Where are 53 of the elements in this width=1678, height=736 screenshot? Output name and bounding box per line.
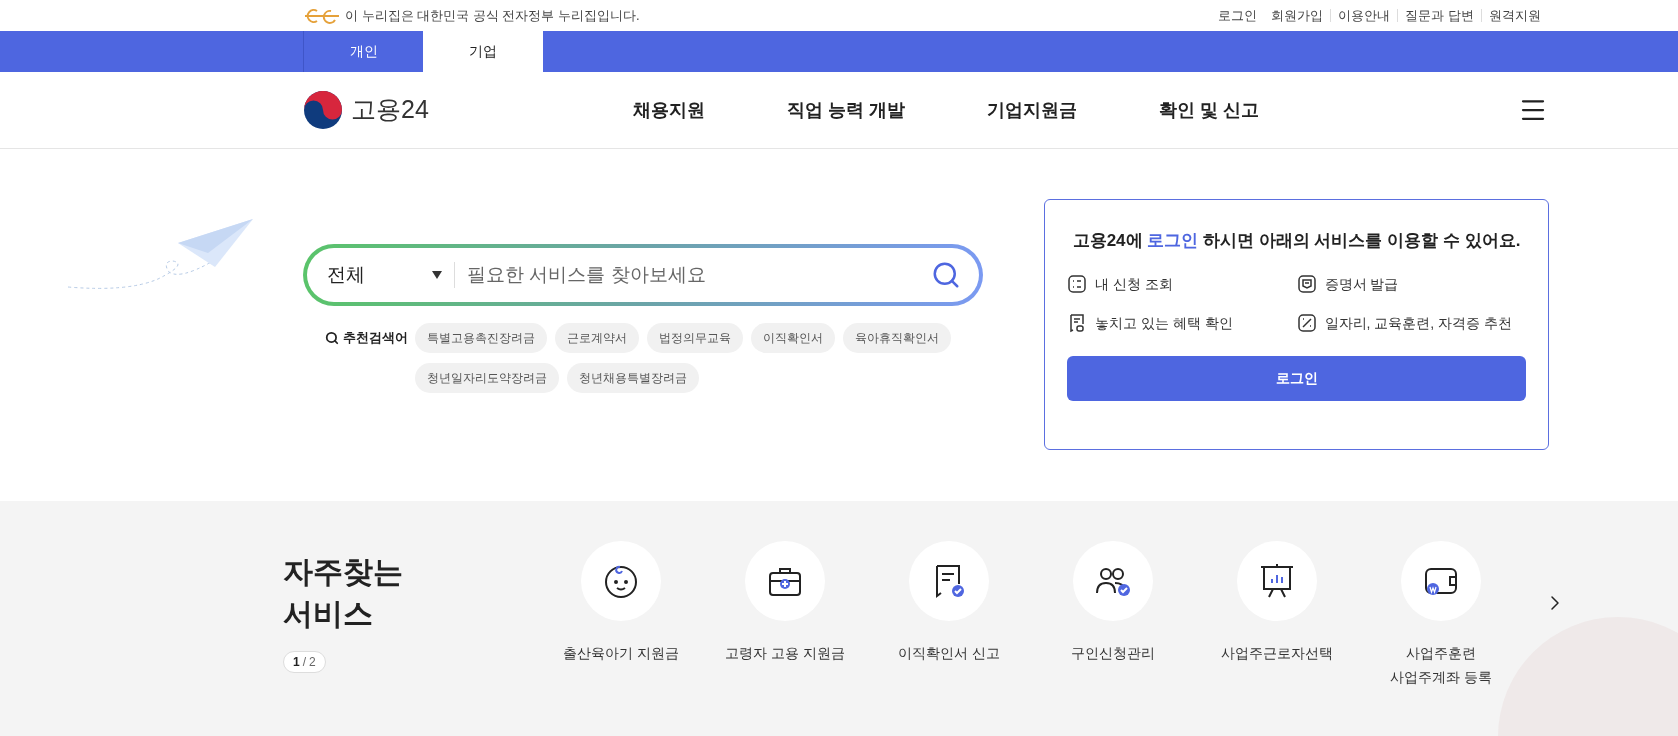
service-shortcut[interactable]: 이직확인서 신고	[867, 541, 1031, 711]
keyword-tag[interactable]: 근로계약서	[555, 323, 639, 353]
service-shortcut[interactable]: 사업주훈련 사업주계좌 등록	[1359, 541, 1523, 711]
service-feature-text: 증명서 발급	[1324, 274, 1399, 294]
service-shortcut[interactable]: 사업주근로자선택	[1195, 541, 1359, 711]
keyword-tag[interactable]: 법정의무교육	[647, 323, 743, 353]
service-feature-text: 일자리, 교육훈련, 자격증 추천	[1324, 313, 1512, 333]
service-feature-text: 놓치고 있는 혜택 확인	[1095, 313, 1233, 333]
keyword-tag[interactable]: 육아휴직확인서	[843, 323, 951, 353]
main-nav-link[interactable]: 직업 능력 개발	[787, 96, 905, 124]
top-link[interactable]: 이용안내	[1330, 9, 1398, 22]
service-label: 이직확인서 신고	[898, 644, 1000, 663]
keyword-tag[interactable]: 청년채용특별장려금	[567, 363, 699, 393]
top-link[interactable]: 질문과 답변	[1397, 9, 1481, 22]
section-title: 자주찾는	[283, 554, 404, 590]
recommend-label: 추천검색어	[343, 329, 408, 348]
service-label: 고령자 고용 지원금	[725, 644, 845, 663]
login-heading: 고용24에 로그인 하시면 아래의 서비스를 이용할 수 있어요.	[1071, 230, 1522, 252]
service-shortcut[interactable]: 구인신청관리	[1031, 541, 1195, 711]
service-label: 사업주계좌 등록	[1390, 668, 1492, 687]
checklist-icon	[1067, 274, 1087, 294]
top-link[interactable]: 로그인	[1211, 9, 1265, 22]
gov-notice-text: 이 누리집은 대한민국 공식 전자정부 누리집입니다.	[345, 6, 640, 25]
section-title: 서비스	[283, 596, 374, 632]
service-shortcut[interactable]: 출산육아기 지원금	[539, 541, 703, 711]
main-nav-link[interactable]: 채용지원	[633, 96, 705, 124]
taegeuk-logo-icon	[303, 90, 343, 130]
caret-icon	[432, 271, 442, 279]
search-icon	[325, 331, 339, 345]
certificate-icon	[1296, 274, 1317, 294]
top-link[interactable]: 회원가입	[1264, 9, 1331, 22]
service-label: 출산육아기 지원금	[563, 644, 679, 663]
service-label: 구인신청관리	[1071, 644, 1155, 663]
logo-text: 고용24	[351, 94, 429, 126]
search-field[interactable]: 전체 필요한 서비스를 찾아보세요	[303, 244, 983, 306]
search-icon[interactable]	[931, 260, 961, 290]
keyword-tag[interactable]: 이직확인서	[751, 323, 835, 353]
category-dropdown[interactable]: 전체	[327, 260, 442, 290]
service-shortcut[interactable]: 고령자 고용 지원금	[703, 541, 867, 711]
service-label: 사업주훈련	[1406, 644, 1476, 663]
e-government-logo-icon	[303, 7, 341, 24]
login-link[interactable]: 로그인	[1147, 231, 1199, 250]
keyword-tag[interactable]: 청년일자리도약장려금	[415, 363, 559, 393]
page-indicator: 1 / 2	[283, 651, 326, 673]
service-label: 사업주근로자선택	[1221, 644, 1333, 663]
receipt-icon	[1067, 313, 1087, 333]
main-nav-link[interactable]: 확인 및 신고	[1159, 96, 1260, 124]
user-type-tab[interactable]: 기업	[423, 31, 543, 72]
keyword-tag[interactable]: 특별고용촉진장려금	[415, 323, 547, 353]
main-nav-link[interactable]: 기업지원금	[987, 96, 1077, 124]
top-link[interactable]: 원격지원	[1481, 9, 1548, 22]
login-button[interactable]: 로그인	[1067, 355, 1526, 401]
service-feature-text: 내 신청 조회	[1095, 274, 1173, 294]
